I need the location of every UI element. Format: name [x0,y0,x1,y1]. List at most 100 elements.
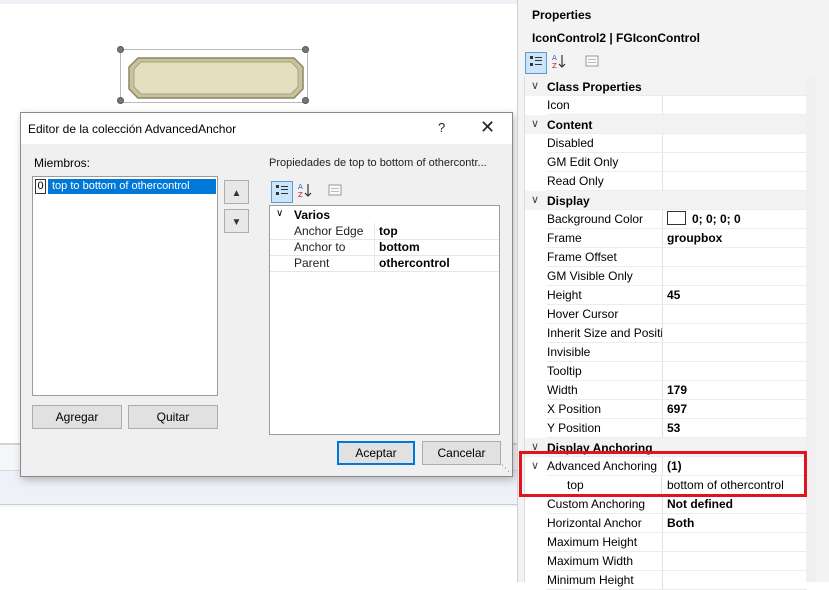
property-row[interactable]: Height 45 [525,286,807,305]
property-row[interactable]: Maximum Width [525,552,807,571]
property-category[interactable]: ∨ Class Properties [525,77,807,96]
property-row[interactable]: Icon [525,96,807,115]
property-row[interactable]: Read Only [525,172,807,191]
property-row[interactable]: Minimum Height [525,571,807,590]
property-name: Frame [547,229,663,248]
grid-category-varios[interactable]: ∨ Varios [270,207,499,223]
property-name: Read Only [547,172,663,191]
grid-row-value[interactable]: top [379,223,398,239]
property-row[interactable]: GM Edit Only [525,153,807,172]
dialog-property-grid[interactable]: ∨ Varios Anchor Edge top Anchor to botto… [269,205,500,435]
property-name: Disabled [547,134,663,153]
property-value[interactable]: groupbox [667,229,722,248]
property-row[interactable]: Inherit Size and Positio [525,324,807,343]
chevron-down-icon[interactable]: ∨ [531,193,543,206]
property-name: Horizontal Anchor [547,514,663,533]
property-row[interactable]: Frame Offset [525,248,807,267]
chevron-down-icon[interactable]: ∨ [531,117,543,130]
property-name: Icon [547,96,663,115]
property-category[interactable]: ∨ Content [525,115,807,134]
property-name: Inherit Size and Positio [547,324,663,343]
property-name: Hover Cursor [547,305,663,324]
property-value[interactable]: 0; 0; 0; 0 [667,210,741,229]
arrow-up-icon: ▲ [231,188,242,199]
grid-row-anchor-to[interactable]: Anchor to bottom [270,239,499,256]
property-row[interactable]: Maximum Height [525,533,807,552]
property-name: Maximum Height [547,533,663,552]
property-name: GM Edit Only [547,153,663,172]
property-name: Frame Offset [547,248,663,267]
help-button[interactable]: ? [438,120,445,135]
property-pages-icon[interactable] [581,52,603,74]
members-list[interactable]: 0 top to bottom of othercontrol [32,176,218,396]
property-row[interactable]: Hover Cursor [525,305,807,324]
property-row[interactable]: Tooltip [525,362,807,381]
move-down-button[interactable]: ▼ [224,209,249,233]
property-grid[interactable]: ∨ Class Properties Icon ∨ Content Disabled GM … [524,77,807,590]
member-label[interactable]: top to bottom of othercontrol [48,179,216,194]
accept-button[interactable]: Aceptar [337,441,415,465]
color-swatch[interactable] [667,211,686,225]
selected-object-label[interactable]: IconControl2 | FGIconControl [532,31,700,45]
icon-control-preview[interactable] [126,55,306,101]
svg-text:Z: Z [298,191,303,198]
property-value[interactable]: Both [667,514,694,533]
property-name: GM Visible Only [547,267,663,286]
categorized-icon[interactable] [525,52,547,74]
property-value[interactable]: 697 [667,400,687,419]
property-name: X Position [547,400,663,419]
property-pages-icon[interactable] [324,181,346,203]
property-row[interactable]: Custom Anchoring Not defined [525,495,807,514]
property-value[interactable]: 179 [667,381,687,400]
property-category[interactable]: ∨ Display [525,191,807,210]
property-value[interactable]: Not defined [667,495,733,514]
alphabetical-icon[interactable]: AZ [294,181,316,203]
remove-button[interactable]: Quitar [128,405,218,429]
properties-label: Propiedades de top to bottom of othercon… [269,157,487,169]
property-row[interactable]: Background Color 0; 0; 0; 0 [525,210,807,229]
property-row[interactable]: Disabled [525,134,807,153]
property-name: Custom Anchoring [547,495,663,514]
property-value[interactable]: 53 [667,419,680,438]
svg-text:A: A [552,54,557,62]
property-category-label: Display [547,194,590,208]
property-name: Y Position [547,419,663,438]
highlight-annotation [519,451,807,497]
list-item[interactable]: 0 top to bottom of othercontrol [35,179,216,194]
chevron-down-icon[interactable]: ∨ [276,208,283,219]
grid-category-label: Varios [294,208,331,222]
grid-row-value[interactable]: othercontrol [379,255,450,271]
properties-title: Properties [532,8,592,22]
property-row[interactable]: Y Position 53 [525,419,807,438]
grid-row-parent[interactable]: Parent othercontrol [270,255,499,272]
grid-row-name: Anchor Edge [294,223,375,239]
resize-handle-bottom-left[interactable] [117,97,124,104]
grid-row-value[interactable]: bottom [379,239,420,255]
close-icon[interactable]: ✕ [480,117,495,138]
resize-handle-top-left[interactable] [117,46,124,53]
property-row[interactable]: Frame groupbox [525,229,807,248]
properties-scrollbar[interactable] [806,77,816,582]
resize-grip-icon[interactable]: ⋱ [501,463,510,474]
property-row[interactable]: X Position 697 [525,400,807,419]
grid-row-anchor-edge[interactable]: Anchor Edge top [270,223,499,240]
alphabetical-icon[interactable]: AZ [548,52,570,74]
property-row[interactable]: Width 179 [525,381,807,400]
dialog-grid-toolbar: AZ [269,179,499,205]
move-up-button[interactable]: ▲ [224,180,249,204]
property-name: Background Color [547,210,663,229]
property-value[interactable]: 45 [667,286,680,305]
chevron-down-icon[interactable]: ∨ [531,79,543,92]
grid-row-name: Parent [294,255,375,271]
svg-text:Z: Z [552,62,557,69]
property-row[interactable]: Invisible [525,343,807,362]
property-row[interactable]: GM Visible Only [525,267,807,286]
members-label: Miembros: [34,156,91,170]
property-name: Maximum Width [547,552,663,571]
property-row[interactable]: Horizontal Anchor Both [525,514,807,533]
categorized-icon[interactable] [271,181,293,203]
resize-handle-top-right[interactable] [302,46,309,53]
add-button[interactable]: Agregar [32,405,122,429]
cancel-button[interactable]: Cancelar [422,441,501,465]
property-name: Minimum Height [547,571,663,590]
